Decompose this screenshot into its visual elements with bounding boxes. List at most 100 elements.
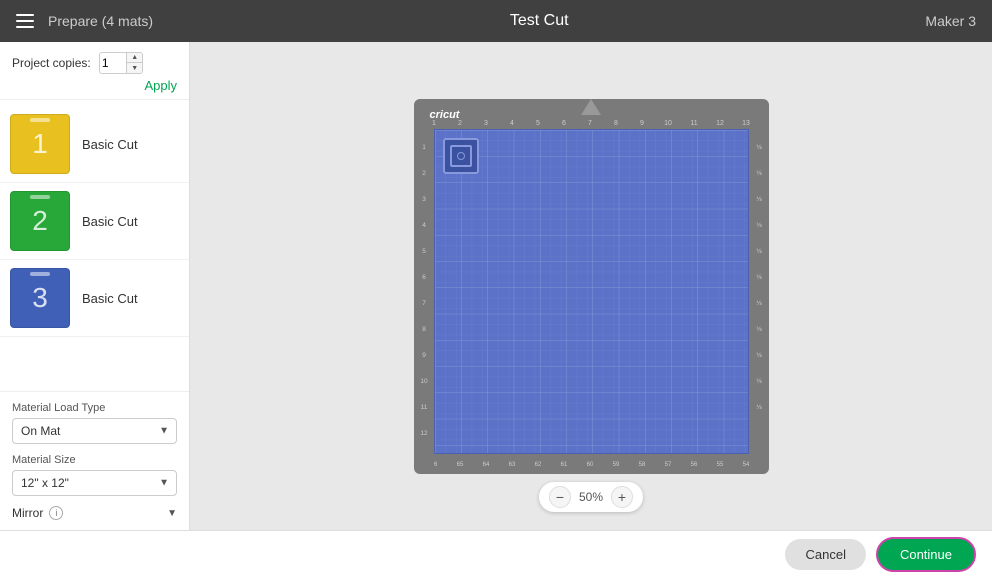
cancel-button[interactable]: Cancel	[785, 539, 865, 570]
svg-text:64: 64	[482, 462, 489, 468]
mat-item-2[interactable]: 2 Basic Cut	[0, 183, 189, 260]
mat-item-3[interactable]: 3 Basic Cut	[0, 260, 189, 337]
svg-text:6: 6	[562, 120, 566, 127]
mat-grip-3	[30, 272, 50, 276]
ruler-right-svg: ⅛ ⅛ ⅛ ⅛ ⅛ ⅛ ⅛ ⅛ ⅛ ⅛ ⅛	[751, 129, 767, 454]
zoom-out-button[interactable]: −	[549, 486, 571, 508]
svg-text:5: 5	[422, 248, 426, 255]
svg-text:12: 12	[716, 120, 724, 127]
mat-number-1: 1	[32, 128, 48, 160]
canvas-area: cricut 1 2 3 4 5 6 7 8 9 10 11 12 13	[190, 42, 992, 530]
svg-text:⅛: ⅛	[756, 144, 762, 151]
svg-text:1: 1	[432, 120, 436, 127]
material-size-label: Material Size	[12, 454, 177, 466]
svg-text:2: 2	[458, 120, 462, 127]
mat-thumbnail-3: 3	[10, 268, 70, 328]
zoom-controls: − 50% +	[539, 482, 643, 512]
svg-text:57: 57	[664, 462, 671, 468]
svg-text:61: 61	[560, 462, 567, 468]
svg-text:8: 8	[614, 120, 618, 127]
header-title-left: Prepare (4 mats)	[48, 13, 153, 29]
mat-grip-1	[30, 118, 50, 122]
svg-text:55: 55	[716, 462, 723, 468]
svg-text:65: 65	[456, 462, 463, 468]
svg-text:54: 54	[742, 462, 748, 468]
cricut-label: cricut	[430, 109, 460, 121]
menu-button[interactable]	[16, 14, 34, 28]
svg-text:⅛: ⅛	[756, 326, 762, 333]
material-load-type-select[interactable]: On Mat Roll	[12, 418, 177, 444]
apply-button[interactable]: Apply	[144, 78, 177, 93]
spinner-up[interactable]: ▲	[127, 52, 143, 63]
svg-text:56: 56	[690, 462, 697, 468]
mat-number-3: 3	[32, 282, 48, 314]
mat-item-1[interactable]: 1 Basic Cut	[0, 106, 189, 183]
mat-thumbnail-1: 1	[10, 114, 70, 174]
svg-text:8: 8	[422, 326, 426, 333]
svg-text:⅛: ⅛	[756, 300, 762, 307]
svg-text:12: 12	[420, 430, 428, 437]
material-size-select[interactable]: 12" x 12" 12" x 24"	[12, 470, 177, 496]
spinner-down[interactable]: ▼	[127, 63, 143, 74]
svg-text:6: 6	[422, 274, 426, 281]
mat-canvas: cricut 1 2 3 4 5 6 7 8 9 10 11 12 13	[414, 99, 769, 474]
svg-text:⅛: ⅛	[756, 404, 762, 411]
svg-text:63: 63	[508, 462, 515, 468]
ruler-top-svg: 1 2 3 4 5 6 7 8 9 10 11 12 13	[434, 113, 749, 127]
zoom-label: 50%	[579, 490, 603, 504]
svg-text:11: 11	[420, 404, 427, 411]
svg-text:9: 9	[422, 352, 426, 359]
svg-text:10: 10	[420, 378, 428, 385]
svg-text:60: 60	[586, 462, 593, 468]
mat-label-3: Basic Cut	[82, 291, 138, 306]
mat-label-1: Basic Cut	[82, 137, 138, 152]
material-load-type-label: Material Load Type	[12, 402, 177, 414]
svg-text:1: 1	[422, 144, 426, 151]
svg-text:3: 3	[422, 196, 426, 203]
ruler-left: 1 2 3 4 5 6 7 8 9 10 11 12	[416, 129, 432, 454]
header-title-right: Maker 3	[925, 13, 976, 29]
svg-text:⅛: ⅛	[756, 352, 762, 359]
svg-text:5: 5	[536, 120, 540, 127]
design-item-inner	[450, 145, 472, 167]
svg-text:62: 62	[534, 462, 541, 468]
zoom-in-button[interactable]: +	[611, 486, 633, 508]
svg-text:13: 13	[742, 120, 750, 127]
svg-text:4: 4	[422, 222, 426, 229]
svg-text:⅛: ⅛	[756, 222, 762, 229]
header-title-center: Test Cut	[153, 12, 925, 30]
header: Prepare (4 mats) Test Cut Maker 3	[0, 0, 992, 42]
footer: Cancel Continue	[0, 530, 992, 578]
mat-grip-2	[30, 195, 50, 199]
mat-list: 1 Basic Cut 2 Basic Cut 3 Basic Cut	[0, 100, 189, 391]
svg-text:3: 3	[484, 120, 488, 127]
mat-number-2: 2	[32, 205, 48, 237]
svg-text:7: 7	[422, 300, 426, 307]
svg-text:⅛: ⅛	[756, 196, 762, 203]
svg-text:⅛: ⅛	[756, 248, 762, 255]
number-spinners: ▲ ▼	[126, 52, 143, 74]
continue-button[interactable]: Continue	[876, 537, 976, 572]
project-copies-input[interactable]	[100, 56, 126, 70]
svg-text:4: 4	[510, 120, 514, 127]
main-content: Project copies: ▲ ▼ Apply 1 Basic C	[0, 42, 992, 530]
project-copies-row: Project copies: ▲ ▼	[12, 52, 177, 74]
svg-text:⅛: ⅛	[756, 170, 762, 177]
svg-text:11: 11	[690, 120, 697, 127]
svg-text:66: 66	[434, 462, 438, 468]
mirror-expand-icon[interactable]: ▼	[167, 508, 177, 519]
sidebar: Project copies: ▲ ▼ Apply 1 Basic C	[0, 42, 190, 530]
mat-grid	[434, 129, 749, 454]
mirror-info-icon[interactable]: i	[49, 506, 63, 520]
sidebar-bottom: Material Load Type On Mat Roll ▼ Materia…	[0, 391, 189, 530]
mat-grid-svg	[435, 130, 748, 453]
svg-text:59: 59	[612, 462, 619, 468]
mat-label-2: Basic Cut	[82, 214, 138, 229]
material-load-type-select-wrap: On Mat Roll ▼	[12, 418, 177, 444]
ruler-right: ⅛ ⅛ ⅛ ⅛ ⅛ ⅛ ⅛ ⅛ ⅛ ⅛ ⅛	[751, 129, 767, 454]
mat-top-grip	[581, 99, 601, 115]
svg-text:9: 9	[640, 120, 644, 127]
svg-text:10: 10	[664, 120, 672, 127]
ruler-bottom-svg: 66 65 64 63 62 61 60 59 58 57 56 55 54	[434, 456, 749, 470]
svg-text:58: 58	[638, 462, 645, 468]
